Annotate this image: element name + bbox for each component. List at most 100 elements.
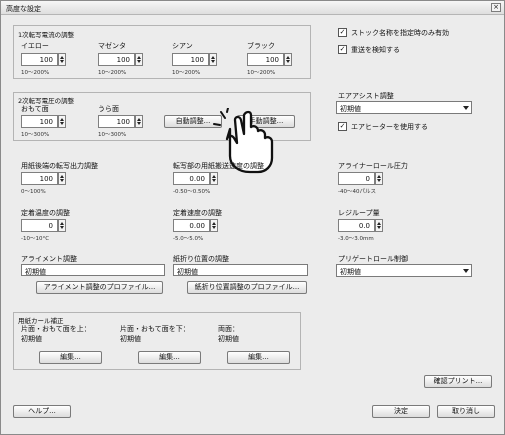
stepper-up-icon	[60, 118, 64, 121]
aligner-pressure-stepper[interactable]	[375, 172, 383, 185]
speed-adjust-range: -0.50～0.50%	[173, 189, 211, 195]
registration-loop-range: -3.0～3.0mm	[338, 236, 374, 242]
curl-face-up-label: 片面・おもて面を上：	[21, 325, 91, 333]
magenta-label: マゼンタ	[98, 42, 126, 50]
output-adjust-input[interactable]: 100	[21, 172, 58, 185]
front-side-stepper[interactable]	[58, 115, 66, 128]
black-input[interactable]: 100	[247, 53, 284, 66]
stepper-down-icon	[212, 179, 216, 182]
curl-correction-group: 用紙カール補正 片面・おもて面を上： 初期値 編集... 片面・おもて面を下： …	[13, 312, 301, 370]
stepper-up-icon	[137, 118, 141, 121]
stepper-down-icon	[60, 122, 64, 125]
aligner-pressure-input[interactable]: 0	[338, 172, 375, 185]
title-bar: 高度な設定 ×	[1, 1, 504, 15]
front-side-range: 10～300%	[21, 132, 50, 138]
air-assist-label: エアアシスト調整	[338, 92, 394, 100]
transfer-current-title: 1次転写電流の調整	[18, 31, 75, 39]
curl-face-down-edit-button[interactable]: 編集...	[138, 351, 201, 364]
stepper-up-icon	[377, 222, 381, 225]
registration-loop-input[interactable]: 0.0	[338, 219, 375, 232]
stock-name-checkbox[interactable]: ✓	[338, 28, 347, 37]
black-stepper[interactable]	[284, 53, 292, 66]
stepper-down-icon	[137, 122, 141, 125]
alignment-label: アライメント調整	[21, 255, 77, 263]
back-side-label: うら面	[98, 105, 119, 113]
stepper-up-icon	[60, 222, 64, 225]
fix-temp-range: -10～10°C	[21, 236, 50, 242]
air-assist-select[interactable]: 初期値	[336, 101, 472, 114]
confirm-print-button[interactable]: 確認プリント...	[424, 375, 492, 388]
back-side-input[interactable]: 100	[98, 115, 135, 128]
front-side-input[interactable]: 100	[21, 115, 58, 128]
curl-face-up-edit-button[interactable]: 編集...	[39, 351, 102, 364]
dropdown-arrow-icon	[463, 106, 469, 110]
stepper-up-icon	[212, 175, 216, 178]
speed-adjust-stepper[interactable]	[210, 172, 218, 185]
yellow-range: 10～200%	[21, 70, 50, 76]
back-side-range: 10～300%	[98, 132, 127, 138]
output-adjust-label: 用紙後端の転写出力調整	[21, 162, 98, 170]
fold-value: 初期値	[173, 264, 308, 276]
stock-name-label: ストック名称を指定時のみ有効	[351, 29, 449, 37]
yellow-input[interactable]: 100	[21, 53, 58, 66]
magenta-stepper[interactable]	[135, 53, 143, 66]
yellow-stepper[interactable]	[58, 53, 66, 66]
fix-speed-stepper[interactable]	[210, 219, 218, 232]
curl-duplex-edit-button[interactable]: 編集...	[227, 351, 290, 364]
preregist-select[interactable]: 初期値	[336, 264, 472, 277]
preregist-value: 初期値	[340, 268, 361, 276]
magenta-input[interactable]: 100	[98, 53, 135, 66]
fix-temp-label: 定着温度の調整	[21, 209, 70, 217]
cancel-button[interactable]: 取り消し	[437, 405, 495, 418]
yellow-label: イエロー	[21, 42, 49, 50]
stepper-down-icon	[60, 60, 64, 63]
output-adjust-range: 0～100%	[21, 189, 46, 195]
fix-speed-range: -5.0～5.0%	[173, 236, 204, 242]
stepper-up-icon	[211, 56, 215, 59]
curl-duplex-label: 両面：	[218, 325, 239, 333]
speed-adjust-input[interactable]: 0.00	[173, 172, 210, 185]
curl-face-up-value: 初期値	[21, 335, 42, 343]
dropdown-arrow-icon	[463, 269, 469, 273]
close-button[interactable]: ×	[491, 3, 501, 12]
preregist-label: プリゲートロール制御	[338, 255, 408, 263]
black-label: ブラック	[247, 42, 275, 50]
stepper-down-icon	[377, 179, 381, 182]
stepper-down-icon	[286, 60, 290, 63]
help-button[interactable]: ヘルプ...	[13, 405, 71, 418]
stepper-down-icon	[212, 226, 216, 229]
cyan-input[interactable]: 100	[172, 53, 209, 66]
fix-speed-input[interactable]: 0.00	[173, 219, 210, 232]
air-heater-checkbox[interactable]: ✓	[338, 122, 347, 131]
fix-speed-label: 定着速度の調整	[173, 209, 222, 217]
registration-loop-stepper[interactable]	[375, 219, 383, 232]
fold-label: 紙折り位置の調整	[173, 255, 229, 263]
aligner-pressure-label: アライナーロール圧力	[338, 162, 408, 170]
registration-loop-label: レジループ量	[338, 209, 380, 217]
multifeed-checkbox[interactable]: ✓	[338, 45, 347, 54]
black-range: 10～200%	[247, 70, 276, 76]
air-assist-value: 初期値	[340, 105, 361, 113]
fix-temp-stepper[interactable]	[58, 219, 66, 232]
fold-profile-button[interactable]: 紙折り位置調整のプロファイル...	[187, 281, 307, 294]
stepper-down-icon	[60, 179, 64, 182]
stepper-up-icon	[212, 222, 216, 225]
stepper-up-icon	[60, 56, 64, 59]
output-adjust-stepper[interactable]	[58, 172, 66, 185]
magenta-range: 10～200%	[98, 70, 127, 76]
cyan-label: シアン	[172, 42, 193, 50]
ok-button[interactable]: 決定	[372, 405, 430, 418]
cyan-range: 10～200%	[172, 70, 201, 76]
curl-duplex-value: 初期値	[218, 335, 239, 343]
back-side-stepper[interactable]	[135, 115, 143, 128]
multifeed-label: 重送を検知する	[351, 46, 400, 54]
aligner-pressure-range: -40～40パルス	[338, 189, 376, 195]
cyan-stepper[interactable]	[209, 53, 217, 66]
stepper-up-icon	[286, 56, 290, 59]
fix-temp-input[interactable]: 0	[21, 219, 58, 232]
front-side-label: おもて面	[21, 105, 49, 113]
alignment-profile-button[interactable]: アライメント調整のプロファイル...	[36, 281, 163, 294]
stepper-up-icon	[377, 175, 381, 178]
stepper-down-icon	[377, 226, 381, 229]
stepper-up-icon	[60, 175, 64, 178]
